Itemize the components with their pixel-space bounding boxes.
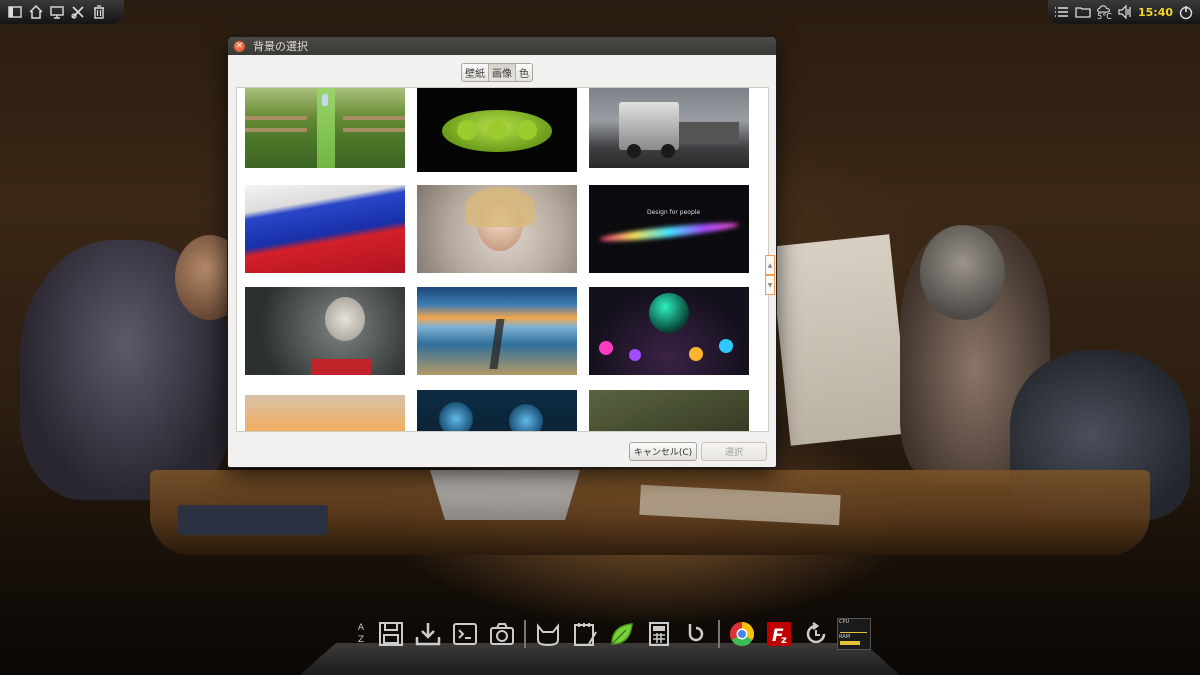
filezilla-icon[interactable]: Fz xyxy=(763,618,795,650)
dialog-title: 背景の選択 xyxy=(253,40,308,53)
tab-color[interactable]: 色 xyxy=(516,64,532,81)
dock-separator xyxy=(524,620,526,648)
dock-separator xyxy=(718,620,720,648)
thumbnail-sunset-flower[interactable] xyxy=(245,395,405,431)
wallpaper-laptop xyxy=(430,470,580,520)
cat-icon[interactable] xyxy=(532,618,564,650)
wallpaper-binder xyxy=(178,505,328,535)
volume-icon[interactable] xyxy=(1117,4,1134,21)
background-select-dialog: ✕ 背景の選択 壁紙 画像 色 Design for people ▲ ▼ キャ… xyxy=(228,37,776,467)
top-left-panel xyxy=(0,0,124,24)
clock[interactable]: 15:40 xyxy=(1138,6,1173,19)
cpu-label: CPU xyxy=(839,619,850,625)
thumbnail-grid: Design for people xyxy=(236,87,769,432)
tab-images[interactable]: 画像 xyxy=(489,64,516,81)
select-button[interactable]: 選択 xyxy=(701,442,767,461)
calculator-icon[interactable] xyxy=(643,618,675,650)
thumbnail-fantasy-woman[interactable] xyxy=(417,185,577,273)
chrome-icon[interactable] xyxy=(726,618,758,650)
thumbnail-caption: Design for people xyxy=(647,209,701,216)
camera-icon[interactable] xyxy=(486,618,518,650)
save-icon[interactable] xyxy=(375,618,407,650)
thumbnail-russian-flag[interactable] xyxy=(245,185,405,273)
scroll-down-icon[interactable]: ▼ xyxy=(765,275,775,295)
notepad-icon[interactable] xyxy=(569,618,601,650)
cancel-button[interactable]: キャンセル(C) xyxy=(629,442,697,461)
thumbnail-blue-globes[interactable] xyxy=(417,390,577,431)
thumbnail-woman-bottle[interactable] xyxy=(245,287,405,375)
wallpaper-duck-head xyxy=(920,225,1005,320)
svg-text:z: z xyxy=(781,635,787,646)
leaf-icon[interactable] xyxy=(606,618,638,650)
dock: A Z Fz CPU RAM xyxy=(352,616,871,652)
close-icon[interactable]: ✕ xyxy=(234,40,245,52)
dialog-titlebar[interactable]: ✕ 背景の選択 xyxy=(228,37,776,55)
window-icon[interactable] xyxy=(6,4,23,21)
folder-icon[interactable] xyxy=(1075,4,1092,21)
thumbnail-soldier[interactable] xyxy=(589,390,749,431)
tab-wallpaper[interactable]: 壁紙 xyxy=(462,64,489,81)
power-icon[interactable] xyxy=(1177,4,1194,21)
thumbnail-design-for-people[interactable]: Design for people xyxy=(589,185,749,273)
menu-icon[interactable] xyxy=(1054,4,1071,21)
weather-temperature: 5°C xyxy=(1097,11,1112,21)
terminal-icon[interactable] xyxy=(449,618,481,650)
settings-icon[interactable] xyxy=(69,4,86,21)
thumbnail-glowing-spheres[interactable] xyxy=(589,287,749,375)
top-right-panel: 5°C 15:40 xyxy=(1048,0,1200,24)
system-monitor-icon[interactable]: CPU RAM xyxy=(837,618,871,650)
trash-icon[interactable] xyxy=(90,4,107,21)
scrollbar[interactable]: ▲ ▼ xyxy=(765,255,775,295)
monitor-icon[interactable] xyxy=(48,4,65,21)
thumbnail-truck[interactable] xyxy=(589,88,749,168)
ram-label: RAM xyxy=(839,634,851,640)
update-icon[interactable] xyxy=(800,618,832,650)
download-icon[interactable] xyxy=(412,618,444,650)
thumbnail-pier-sunset[interactable] xyxy=(417,287,577,375)
weather-icon[interactable]: 5°C xyxy=(1096,4,1113,21)
scroll-up-icon[interactable]: ▲ xyxy=(765,255,775,275)
az-sort-label: A Z xyxy=(357,623,365,645)
source-tabs: 壁紙 画像 色 xyxy=(461,63,533,82)
home-icon[interactable] xyxy=(27,4,44,21)
wallpaper-easel xyxy=(769,234,911,446)
az-sort-icon[interactable]: A Z xyxy=(352,618,370,650)
thumbnail-green-field-gate[interactable] xyxy=(245,88,405,168)
refresh-icon[interactable] xyxy=(680,618,712,650)
thumbnail-green-peas[interactable] xyxy=(417,88,577,172)
